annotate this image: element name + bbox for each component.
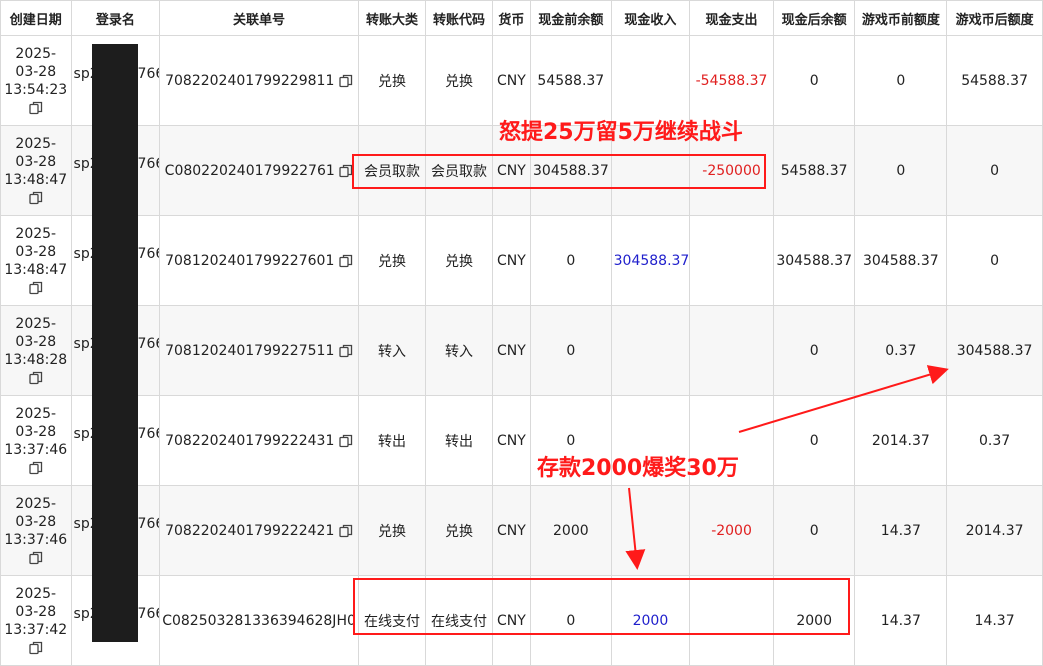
arrow-to-deposit: [625, 487, 646, 570]
arrow-to-game-balance: [738, 365, 949, 433]
annotation-arrows: [625, 365, 949, 570]
